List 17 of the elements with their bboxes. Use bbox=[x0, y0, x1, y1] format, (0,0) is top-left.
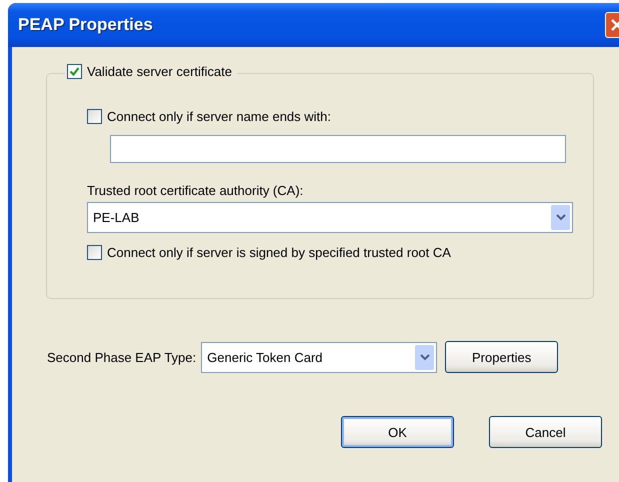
checkbox[interactable] bbox=[87, 245, 102, 260]
checkbox[interactable] bbox=[67, 64, 82, 79]
field-label: Second Phase EAP Type: bbox=[47, 350, 196, 364]
window-title: PEAP Properties bbox=[18, 15, 153, 35]
chevron-icon bbox=[551, 205, 570, 230]
ok-button[interactable]: OK bbox=[341, 416, 454, 448]
server-name-field[interactable] bbox=[110, 135, 566, 163]
eap-type-dropdown[interactable]: Generic Token Card bbox=[201, 342, 438, 372]
field-label: Trusted root certificate authority (CA): bbox=[87, 183, 304, 198]
ca-dropdown[interactable]: PE-LAB bbox=[87, 202, 573, 233]
properties-button[interactable]: Properties bbox=[445, 341, 558, 373]
cancel-button[interactable]: Cancel bbox=[489, 416, 602, 448]
chevron-icon bbox=[415, 344, 434, 370]
checkbox[interactable] bbox=[87, 109, 102, 124]
checkbox-label: Connect only if server is signed by specified trusted root CA bbox=[107, 245, 451, 260]
checkbox-label: Connect only if server name ends with: bbox=[107, 109, 331, 124]
checkbox-label: Validate server certificate bbox=[87, 64, 232, 79]
